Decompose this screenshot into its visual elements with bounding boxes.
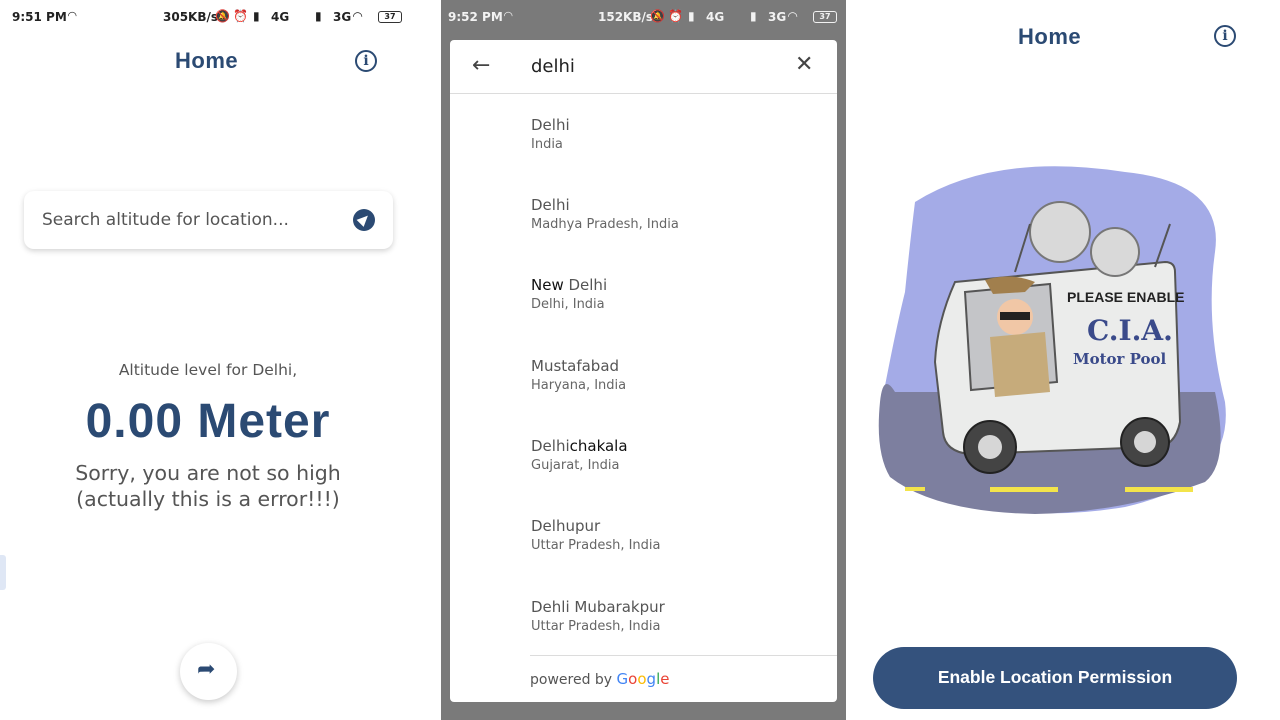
status-time: 9:52 PM xyxy=(448,10,503,24)
result-item[interactable]: Delhi India xyxy=(531,116,821,152)
mute-icon: 🔕 xyxy=(215,9,230,23)
battery-icon: 37 xyxy=(813,11,837,23)
result-subtitle: India xyxy=(531,137,563,152)
edge-handle xyxy=(0,555,6,590)
status-bar: 9:51 PM ◠ 305KB/s 🔕 ⏰ ▮ 4G ▮ 3G ◠ 37 xyxy=(0,8,420,28)
powered-by-label: powered by xyxy=(530,672,613,688)
network-type-1: 4G xyxy=(271,10,290,24)
wifi-icon-2: ◠ xyxy=(353,9,363,23)
network-speed: 305KB/s xyxy=(163,10,219,24)
status-time: 9:51 PM xyxy=(12,10,67,24)
share-button[interactable]: ➦ xyxy=(180,643,237,700)
google-letter: g xyxy=(646,670,657,688)
result-title-plain: Delhi xyxy=(531,116,570,134)
signal-icon: ▮ xyxy=(688,9,695,23)
result-item[interactable]: Delhupur Uttar Pradesh, India xyxy=(531,517,821,553)
search-screen: 9:52 PM ◠ 152KB/s 🔕 ⏰ ▮ 4G ▮ 3G ◠ 37 ← d… xyxy=(441,0,846,720)
result-title-match: chakala xyxy=(569,437,628,455)
google-letter: G xyxy=(616,670,629,688)
result-subtitle: Delhi, India xyxy=(531,297,605,312)
navigation-arrow-icon[interactable] xyxy=(353,209,375,231)
signal-icon: ▮ xyxy=(253,9,260,23)
signal-icon-2: ▮ xyxy=(315,9,322,23)
autocomplete-sheet: ← delhi ✕ Delhi India Delhi Madhya Pradesh,… xyxy=(450,40,837,702)
result-title-match: New xyxy=(531,276,564,294)
altitude-label: Altitude level for Delhi, xyxy=(118,361,298,379)
battery-icon: 37 xyxy=(378,11,402,23)
home-screen: 9:51 PM ◠ 305KB/s 🔕 ⏰ ▮ 4G ▮ 3G ◠ 37 Hom… xyxy=(0,0,420,720)
result-item[interactable]: Delhi Madhya Pradesh, India xyxy=(531,196,821,232)
google-letter: o xyxy=(628,670,638,688)
wifi-icon: ◠ xyxy=(504,9,513,22)
search-query[interactable]: delhi xyxy=(531,56,575,77)
result-title: Delhi xyxy=(531,116,821,134)
google-logo: Google xyxy=(617,670,670,688)
result-title-plain: Delhupur xyxy=(531,517,601,535)
divider xyxy=(530,655,837,656)
search-input[interactable]: Search altitude for location... xyxy=(24,191,393,249)
network-type-2: 3G xyxy=(768,10,787,24)
result-item[interactable]: Dehli Mubarakpur Uttar Pradesh, India xyxy=(531,598,821,634)
close-icon[interactable]: ✕ xyxy=(795,52,813,77)
powered-by-google: powered by Google xyxy=(530,670,669,688)
result-title: Delhupur xyxy=(531,517,821,535)
search-placeholder: Search altitude for location... xyxy=(42,210,289,230)
error-message-line2: (actually this is a error!!!) xyxy=(76,487,340,511)
result-title: Delhi xyxy=(531,196,821,214)
van-sign-line1: PLEASE ENABLE xyxy=(1067,289,1184,305)
info-icon[interactable]: i xyxy=(1214,25,1236,47)
result-item[interactable]: Mustafabad Haryana, India xyxy=(531,357,821,393)
result-title-plain: Mustafabad xyxy=(531,357,620,375)
result-item[interactable]: New Delhi Delhi, India xyxy=(531,276,821,312)
share-icon: ➦ xyxy=(197,657,216,682)
result-title: New Delhi xyxy=(531,276,821,294)
result-title-plain: Delhi xyxy=(531,196,570,214)
error-message: Sorry, you are not so high (actually thi… xyxy=(0,460,416,512)
network-type-1: 4G xyxy=(706,10,725,24)
permission-screen: Home i PLEASE ENABLE C.I.A. Motor Pool E… xyxy=(860,0,1280,720)
result-subtitle: Uttar Pradesh, India xyxy=(531,619,661,634)
result-title: Dehli Mubarakpur xyxy=(531,598,821,616)
google-letter: e xyxy=(660,670,670,688)
back-arrow-icon[interactable]: ← xyxy=(472,53,490,78)
result-subtitle: Uttar Pradesh, India xyxy=(531,538,661,553)
result-item[interactable]: Delhichakala Gujarat, India xyxy=(531,437,821,473)
network-type-2: 3G xyxy=(333,10,352,24)
page-title: Home xyxy=(175,48,239,73)
google-letter: o xyxy=(637,670,647,688)
result-subtitle: Haryana, India xyxy=(531,378,627,393)
enable-location-label: Enable Location Permission xyxy=(937,667,1173,687)
alarm-icon: ⏰ xyxy=(668,9,683,23)
result-title-tail: Delhi xyxy=(563,276,608,294)
status-bar: 9:52 PM ◠ 152KB/s 🔕 ⏰ ▮ 4G ▮ 3G ◠ 37 xyxy=(441,8,846,28)
signal-icon-2: ▮ xyxy=(750,9,757,23)
result-title: Delhichakala xyxy=(531,437,821,455)
result-subtitle: Gujarat, India xyxy=(531,458,620,473)
van-illustration: PLEASE ENABLE C.I.A. Motor Pool xyxy=(878,166,1226,514)
wifi-icon-2: ◠ xyxy=(788,9,798,23)
alarm-icon: ⏰ xyxy=(233,9,248,23)
search-header: ← delhi ✕ xyxy=(450,40,837,94)
result-title: Mustafabad xyxy=(531,357,821,375)
result-subtitle: Madhya Pradesh, India xyxy=(531,217,679,232)
page-title: Home xyxy=(1018,24,1082,49)
network-speed: 152KB/s xyxy=(598,10,654,24)
enable-location-button[interactable]: Enable Location Permission xyxy=(873,647,1237,709)
error-message-line1: Sorry, you are not so high xyxy=(75,461,341,485)
van-sign-line3: Motor Pool xyxy=(1073,350,1167,368)
altitude-value: 0.00 Meter xyxy=(85,395,331,448)
van-sign-line2: C.I.A. xyxy=(1087,314,1173,347)
result-title-plain: Dehli Mubarakpur xyxy=(531,598,665,616)
mute-icon: 🔕 xyxy=(650,9,665,23)
wifi-icon: ◠ xyxy=(68,9,77,22)
info-icon[interactable]: i xyxy=(355,50,377,72)
result-title-plain: Delhi xyxy=(531,437,570,455)
